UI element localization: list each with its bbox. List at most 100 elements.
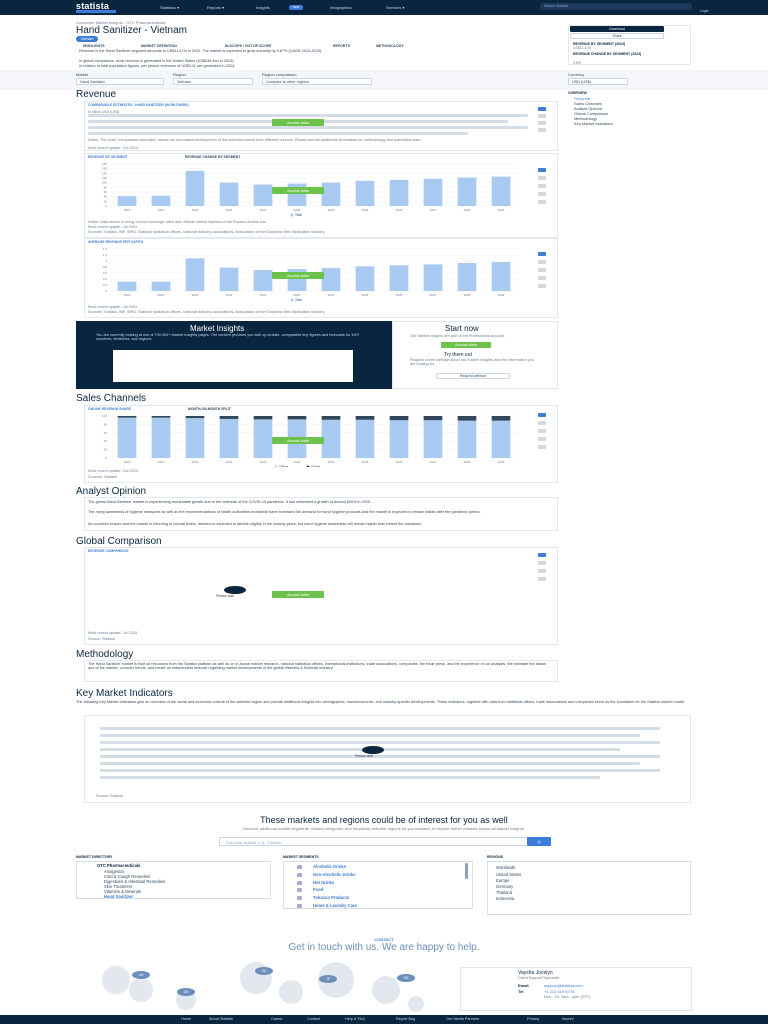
access-data-button-5[interactable]: Access data — [272, 591, 324, 598]
currency-select[interactable]: USD (US$) — [568, 78, 628, 85]
request-webinar-button[interactable]: Request webinar — [436, 373, 510, 379]
market-search-button[interactable]: Q — [527, 837, 551, 846]
revenue-updated: Most recent update: Jul 2024 — [88, 225, 137, 229]
online-share-tab[interactable]: ONLINE REVENUE SHARE — [88, 407, 131, 411]
access-data-button-3[interactable]: Access data — [272, 272, 324, 279]
footer-bar — [0, 1015, 768, 1024]
chart-tool-icon[interactable] — [538, 107, 546, 111]
chart-tool-icon[interactable] — [538, 577, 546, 581]
access-data-button-4[interactable]: Access data — [272, 437, 324, 444]
region-item[interactable]: Europe — [496, 878, 510, 883]
segment-item[interactable]: Non-Alcoholic Drinks — [313, 872, 356, 877]
tab-highlights[interactable]: HIGHLIGHTS — [83, 44, 105, 48]
x-tick-label: 2028 — [464, 208, 471, 212]
nav-insights[interactable]: Insights — [256, 5, 270, 10]
nav-services[interactable]: Services ▾ — [386, 5, 404, 10]
chart-tool-icon[interactable] — [538, 429, 546, 433]
chart-tool-icon[interactable] — [538, 569, 546, 573]
region-item[interactable]: Indonesia — [496, 896, 514, 901]
chart-tool-icon[interactable] — [538, 128, 546, 132]
footer-link[interactable]: Career — [271, 1017, 283, 1021]
region-item[interactable]: United States — [496, 872, 521, 877]
directory-item-active[interactable]: Hand Sanitizer — [104, 894, 133, 899]
revenue-section-title: Revenue — [76, 89, 117, 100]
directory-parent[interactable]: OTC Pharmaceuticals — [97, 863, 140, 868]
login-link[interactable]: Login — [700, 9, 709, 13]
segment-item[interactable]: Home & Laundry Care — [313, 903, 357, 908]
chart-tool-icon[interactable] — [538, 553, 546, 557]
y-tick-label: 1 — [105, 259, 107, 263]
chart-tool-icon[interactable] — [538, 284, 546, 288]
chart-tool-icon[interactable] — [538, 184, 546, 188]
month-split-tab[interactable]: MONTH-ON-MONTH SPLIT — [188, 407, 231, 411]
nav-reports[interactable]: Reports ▾ — [207, 5, 224, 10]
chart-tool-icon[interactable] — [538, 413, 546, 417]
chart-tool-icon[interactable] — [538, 276, 546, 280]
map-pin-label: US — [139, 973, 145, 977]
footer-link[interactable]: Report Bug — [396, 1017, 415, 1021]
footer-link[interactable]: About Statista — [209, 1017, 233, 1021]
chart-tool-icon[interactable] — [538, 176, 546, 180]
access-data-button-1[interactable]: Access data — [272, 119, 324, 126]
nav-infographics[interactable]: Infographics — [330, 5, 352, 10]
market-search-input[interactable]: Find your market, e.g., Fashion — [219, 837, 551, 846]
chart-tool-icon[interactable] — [538, 268, 546, 272]
x-tick-label: 2018 — [124, 460, 131, 464]
region-item[interactable]: Worldwide — [496, 865, 515, 870]
kmi-blurred-table — [100, 727, 660, 787]
x-tick-label: 2018 — [124, 293, 131, 297]
x-tick-label: 2022 — [260, 460, 267, 464]
footer-link[interactable]: Our Media Partners — [446, 1017, 479, 1021]
footer-link[interactable]: Imprint — [562, 1017, 574, 1021]
x-tick-label: 2023 — [294, 460, 301, 464]
chart-tool-icon[interactable] — [538, 437, 546, 441]
segment-item[interactable]: Food — [313, 887, 323, 892]
x-tick-label: 2021 — [226, 293, 233, 297]
footer-link[interactable]: Home — [181, 1017, 191, 1021]
footer-link[interactable]: Help & FAQ — [345, 1017, 365, 1021]
chart-tool-icon[interactable] — [538, 114, 546, 118]
chart-tool-icon[interactable] — [538, 192, 546, 196]
regions-heading: REGIONS — [487, 855, 504, 859]
contact-email[interactable]: support@statista.com — [544, 983, 583, 988]
tab-in-scope[interactable]: IN-SCOPE / OUT-OF-SCOPE — [225, 44, 271, 48]
chart-tool-icon[interactable] — [538, 200, 546, 204]
chart-tool-icon[interactable] — [538, 561, 546, 565]
bar-offline-2028 — [457, 420, 477, 458]
segment-item[interactable]: Alcoholic Drinks — [313, 864, 346, 869]
chart-tool-icon[interactable] — [538, 121, 546, 125]
overview-item-kmi[interactable]: Key Market Indicators — [574, 121, 613, 126]
chart-tool-icon[interactable] — [538, 168, 546, 172]
contact-tel[interactable]: +1 212 419 5774 — [544, 989, 574, 994]
header-search-input[interactable]: Search Statista — [540, 3, 692, 10]
region-select[interactable]: Vietnam — [173, 78, 253, 85]
tab-market-definition[interactable]: MARKET DEFINITION — [141, 44, 177, 48]
y-tick-label: 0.6 — [103, 271, 108, 275]
bar-total-2020 — [185, 171, 205, 206]
region-item[interactable]: Thailand — [496, 890, 512, 895]
download-button[interactable]: Download — [570, 26, 664, 32]
chart-tool-icon[interactable] — [538, 260, 546, 264]
segment-item[interactable]: Tobacco Products — [313, 895, 349, 900]
comparison-select[interactable]: Compare to other regions — [262, 78, 372, 85]
market-select[interactable]: Hand Sanitizer — [76, 78, 164, 85]
chart-tool-icon[interactable] — [538, 421, 546, 425]
access-data-button-2[interactable]: Access data — [272, 187, 324, 194]
segments-scrollbar[interactable] — [465, 863, 468, 879]
revenue-by-segment-tab[interactable]: REVENUE BY SEGMENT — [88, 155, 128, 159]
new-badge: NEW — [289, 5, 303, 10]
contact-card — [460, 967, 692, 1011]
start-now-button[interactable]: Access data — [441, 342, 491, 348]
chart-tool-icon[interactable] — [538, 252, 546, 256]
footer-link[interactable]: Contact — [307, 1017, 320, 1021]
bar-online-2024 — [321, 416, 341, 420]
revenue-change-tab[interactable]: REVENUE CHANGE BY SEGMENT — [185, 155, 240, 159]
share-button[interactable]: Share — [570, 33, 664, 39]
tab-reports[interactable]: REPORTS — [333, 44, 350, 48]
tab-methodology[interactable]: METHODOLOGY — [376, 44, 404, 48]
chart-tool-icon[interactable] — [538, 445, 546, 449]
footer-link[interactable]: Privacy — [527, 1017, 539, 1021]
nav-statistics[interactable]: Statistics ▾ — [160, 5, 179, 10]
region-item[interactable]: Germany — [496, 884, 513, 889]
segment-item[interactable]: Hot Drinks — [313, 880, 334, 885]
